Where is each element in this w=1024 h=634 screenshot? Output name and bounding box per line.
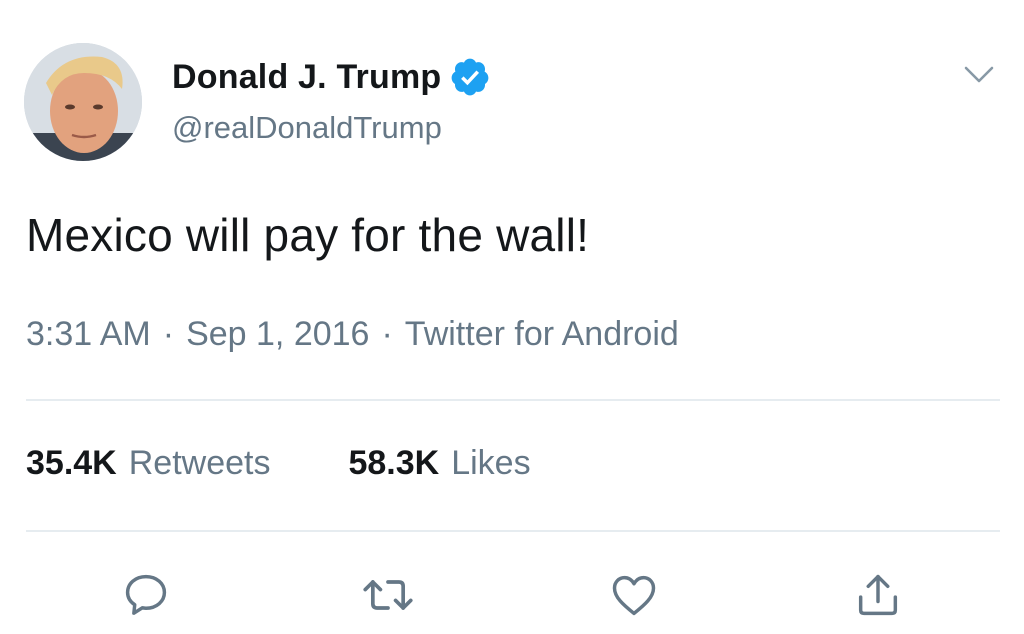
chevron-down-icon bbox=[964, 66, 994, 83]
tweet-menu-button[interactable] bbox=[960, 56, 998, 94]
author-handle[interactable]: @realDonaldTrump bbox=[172, 110, 442, 146]
divider bbox=[26, 399, 1000, 401]
author-name-row[interactable]: Donald J. Trump bbox=[172, 56, 491, 98]
retweets-stat[interactable]: 35.4K Retweets bbox=[26, 444, 270, 483]
heart-icon bbox=[612, 575, 656, 616]
retweet-icon bbox=[363, 580, 413, 610]
retweets-count: 35.4K bbox=[26, 444, 117, 482]
likes-stat[interactable]: 58.3K Likes bbox=[348, 444, 530, 483]
share-button[interactable] bbox=[848, 565, 908, 625]
reply-icon bbox=[125, 574, 167, 615]
meta-separator: · bbox=[162, 315, 175, 353]
likes-count: 58.3K bbox=[348, 444, 440, 482]
tweet-stats: 35.4K Retweets 58.3K Likes bbox=[26, 444, 531, 483]
reply-button[interactable] bbox=[116, 565, 176, 625]
verified-badge-icon bbox=[449, 56, 491, 98]
meta-separator: · bbox=[381, 315, 393, 353]
tweet-source[interactable]: Twitter for Android bbox=[405, 315, 679, 354]
likes-label: Likes bbox=[451, 444, 531, 482]
avatar[interactable] bbox=[24, 43, 142, 161]
author-display-name[interactable]: Donald J. Trump bbox=[172, 58, 441, 97]
tweet-date[interactable]: Sep 1, 2016 bbox=[186, 315, 369, 354]
tweet-meta: 3:31 AM · Sep 1, 2016 · Twitter for Andr… bbox=[26, 315, 679, 354]
divider bbox=[26, 530, 1000, 532]
tweet-text: Mexico will pay for the wall! bbox=[26, 209, 590, 261]
retweets-label: Retweets bbox=[128, 444, 271, 482]
retweet-button[interactable] bbox=[358, 565, 418, 625]
tweet-actions bbox=[0, 565, 1024, 625]
like-button[interactable] bbox=[604, 565, 664, 625]
share-icon bbox=[858, 574, 898, 616]
avatar-image bbox=[24, 43, 142, 161]
tweet-time[interactable]: 3:31 AM bbox=[26, 315, 151, 354]
